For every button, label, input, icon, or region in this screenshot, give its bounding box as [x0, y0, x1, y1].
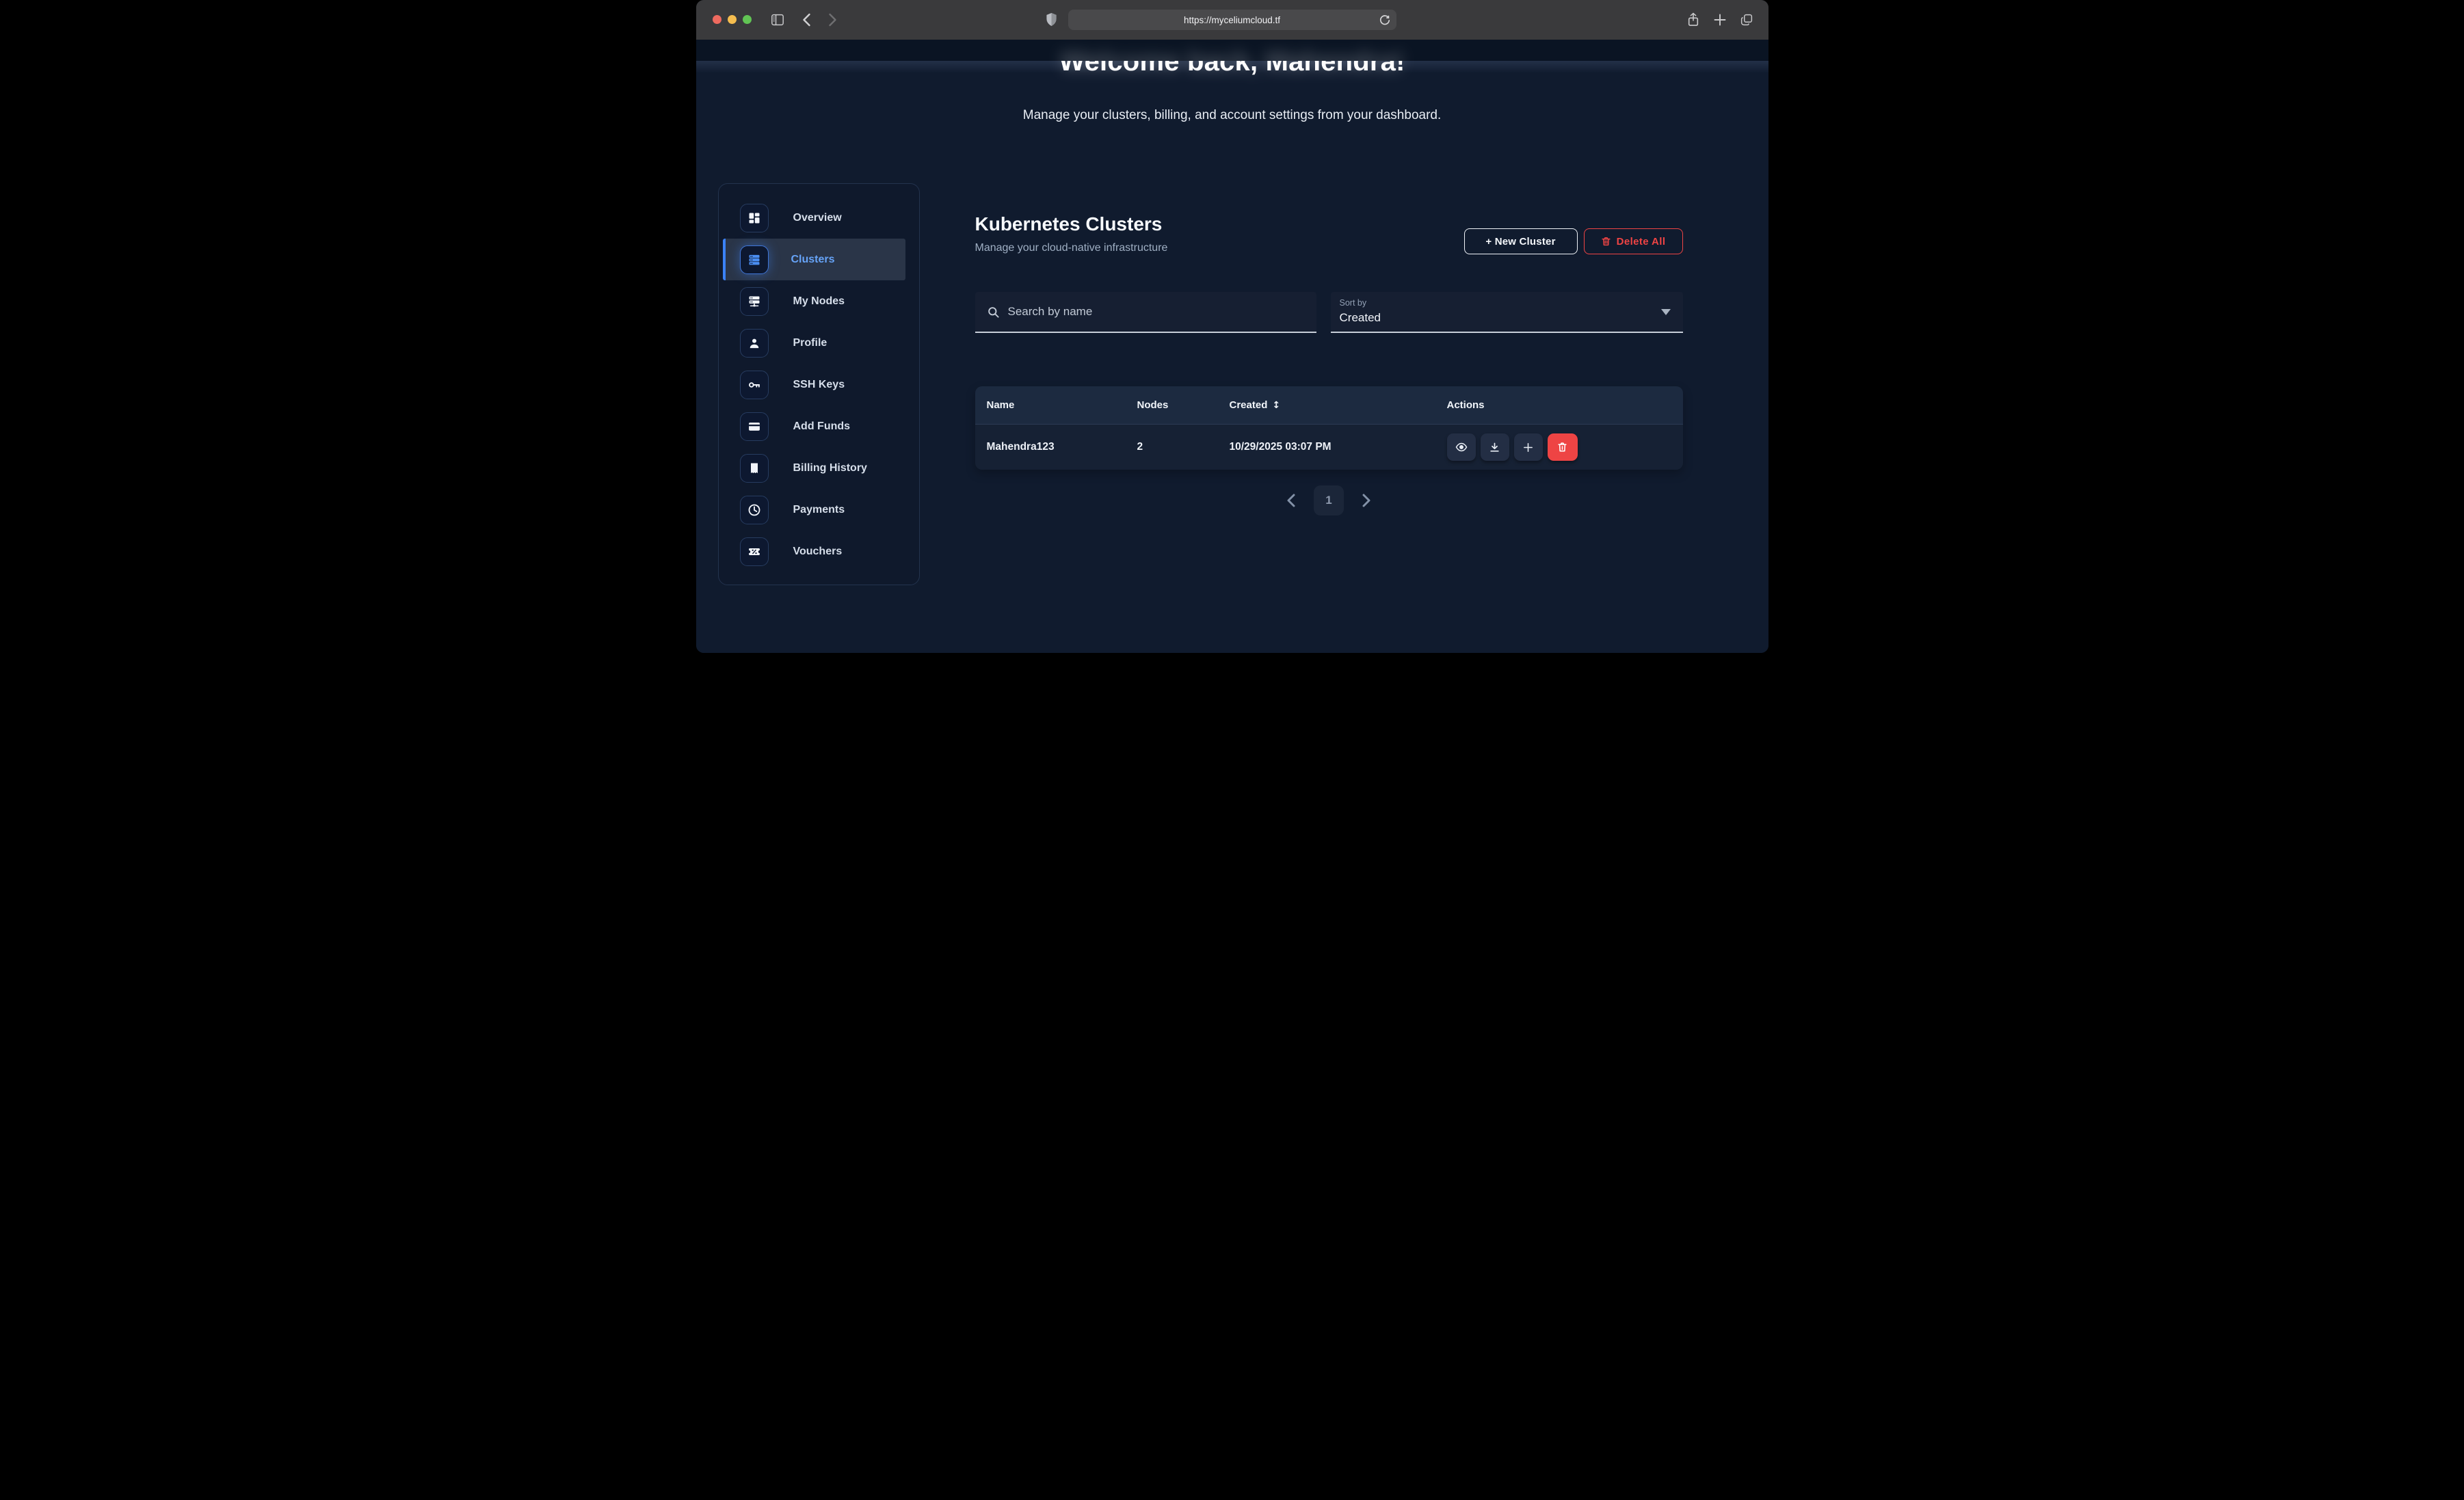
clusters-table: Name Nodes Created ↕ Actions Mahendra123… [975, 386, 1683, 470]
search-icon [987, 306, 1000, 319]
column-header-actions: Actions [1447, 386, 1485, 424]
browser-toolbar: https://myceliumcloud.tf [696, 0, 1768, 40]
clusters-icon [740, 245, 769, 274]
sidebar-item-label: Overview [793, 212, 842, 224]
sort-value: Created [1340, 311, 1381, 325]
sidebar-item-clusters[interactable]: Clusters [723, 239, 905, 280]
sidebar-item-add-funds[interactable]: Add Funds [719, 405, 919, 447]
view-cluster-button[interactable] [1447, 433, 1476, 461]
delete-all-label: Delete All [1617, 236, 1666, 247]
sidebar-item-label: SSH Keys [793, 379, 845, 391]
add-node-button[interactable] [1514, 433, 1543, 461]
table-header-row: Name Nodes Created ↕ Actions [975, 386, 1683, 425]
search-input[interactable] [1007, 304, 1307, 319]
sidebar-item-label: Payments [793, 504, 845, 516]
clock-icon [740, 496, 769, 524]
cell-created-date: 10/29/2025 03:07 PM [1230, 425, 1332, 470]
sort-arrows-icon: ↕ [1272, 400, 1280, 411]
sort-dropdown[interactable]: Sort by Created [1331, 292, 1683, 333]
forward-button[interactable] [823, 10, 843, 30]
close-window-button[interactable] [713, 15, 721, 24]
new-cluster-button[interactable]: + New Cluster [1464, 228, 1578, 254]
sidebar-item-label: Clusters [791, 254, 835, 266]
sidebar-nav: Overview Clusters [718, 183, 920, 585]
page-number-button[interactable]: 1 [1314, 485, 1344, 515]
top-header-band [696, 40, 1768, 61]
chevron-down-icon [1661, 309, 1671, 315]
sidebar-item-label: Profile [793, 337, 827, 349]
download-icon [1489, 442, 1500, 453]
sidebar-item-label: Vouchers [793, 546, 843, 558]
minimize-window-button[interactable] [728, 15, 737, 24]
tab-overview-icon[interactable] [1736, 10, 1757, 30]
sidebar-item-label: My Nodes [793, 295, 845, 308]
cell-node-count: 2 [1137, 425, 1143, 470]
dashboard-page: Welcome back, Mahendra! Welcome back, Ma… [696, 40, 1768, 653]
column-header-nodes: Nodes [1137, 386, 1169, 424]
address-bar[interactable]: https://myceliumcloud.tf [1068, 10, 1396, 30]
back-button[interactable] [797, 10, 817, 30]
sidebar-item-my-nodes[interactable]: My Nodes [719, 280, 919, 322]
sort-label: Sort by [1340, 298, 1367, 308]
ticket-icon [740, 537, 769, 566]
table-row: Mahendra123 2 10/29/2025 03:07 PM [975, 425, 1683, 470]
browser-window: https://myceliumcloud.tf Welcome back, M… [696, 0, 1768, 653]
trash-icon [1556, 441, 1568, 453]
nodes-icon [740, 287, 769, 316]
sidebar-item-billing-history[interactable]: Billing History [719, 447, 919, 489]
key-icon [740, 371, 769, 399]
row-actions [1447, 433, 1578, 461]
sidebar-item-overview[interactable]: Overview [719, 197, 919, 239]
welcome-subtitle: Manage your clusters, billing, and accou… [696, 108, 1768, 123]
new-tab-icon[interactable] [1710, 10, 1730, 30]
reload-icon[interactable] [1378, 13, 1392, 27]
chevron-right-icon [1362, 494, 1371, 507]
sidebar-item-label: Add Funds [793, 420, 851, 433]
url-text: https://myceliumcloud.tf [1184, 15, 1280, 25]
share-icon[interactable] [1683, 10, 1704, 30]
column-header-created[interactable]: Created ↕ [1230, 386, 1281, 424]
screenshot-stage: https://myceliumcloud.tf Welcome back, M… [696, 0, 1768, 653]
sidebar-item-vouchers[interactable]: Vouchers [719, 531, 919, 572]
sidebar-item-ssh-keys[interactable]: SSH Keys [719, 364, 919, 405]
overview-icon [740, 204, 769, 232]
chevron-left-icon [1286, 494, 1296, 507]
trash-icon [1601, 236, 1611, 247]
sidebar-item-payments[interactable]: Payments [719, 489, 919, 531]
credit-card-icon [740, 412, 769, 441]
previous-page-button[interactable] [1282, 492, 1300, 509]
delete-cluster-button[interactable] [1548, 433, 1578, 461]
eye-icon [1455, 441, 1468, 453]
page-title: Kubernetes Clusters [975, 213, 1163, 235]
page-subtitle: Manage your cloud-native infrastructure [975, 242, 1168, 254]
plus-icon [1522, 442, 1534, 453]
user-icon [740, 329, 769, 358]
delete-all-button[interactable]: Delete All [1584, 228, 1683, 254]
receipt-icon [740, 454, 769, 483]
column-header-name: Name [987, 386, 1015, 424]
zoom-window-button[interactable] [743, 15, 752, 24]
cell-cluster-name: Mahendra123 [987, 425, 1055, 470]
next-page-button[interactable] [1357, 492, 1375, 509]
search-field [975, 292, 1316, 333]
sidebar-item-label: Billing History [793, 462, 867, 474]
sidebar-item-profile[interactable]: Profile [719, 322, 919, 364]
privacy-shield-icon[interactable] [1046, 12, 1057, 30]
download-kubeconfig-button[interactable] [1481, 433, 1509, 461]
sidebar-toggle-icon[interactable] [767, 10, 788, 30]
pagination: 1 [975, 485, 1683, 515]
